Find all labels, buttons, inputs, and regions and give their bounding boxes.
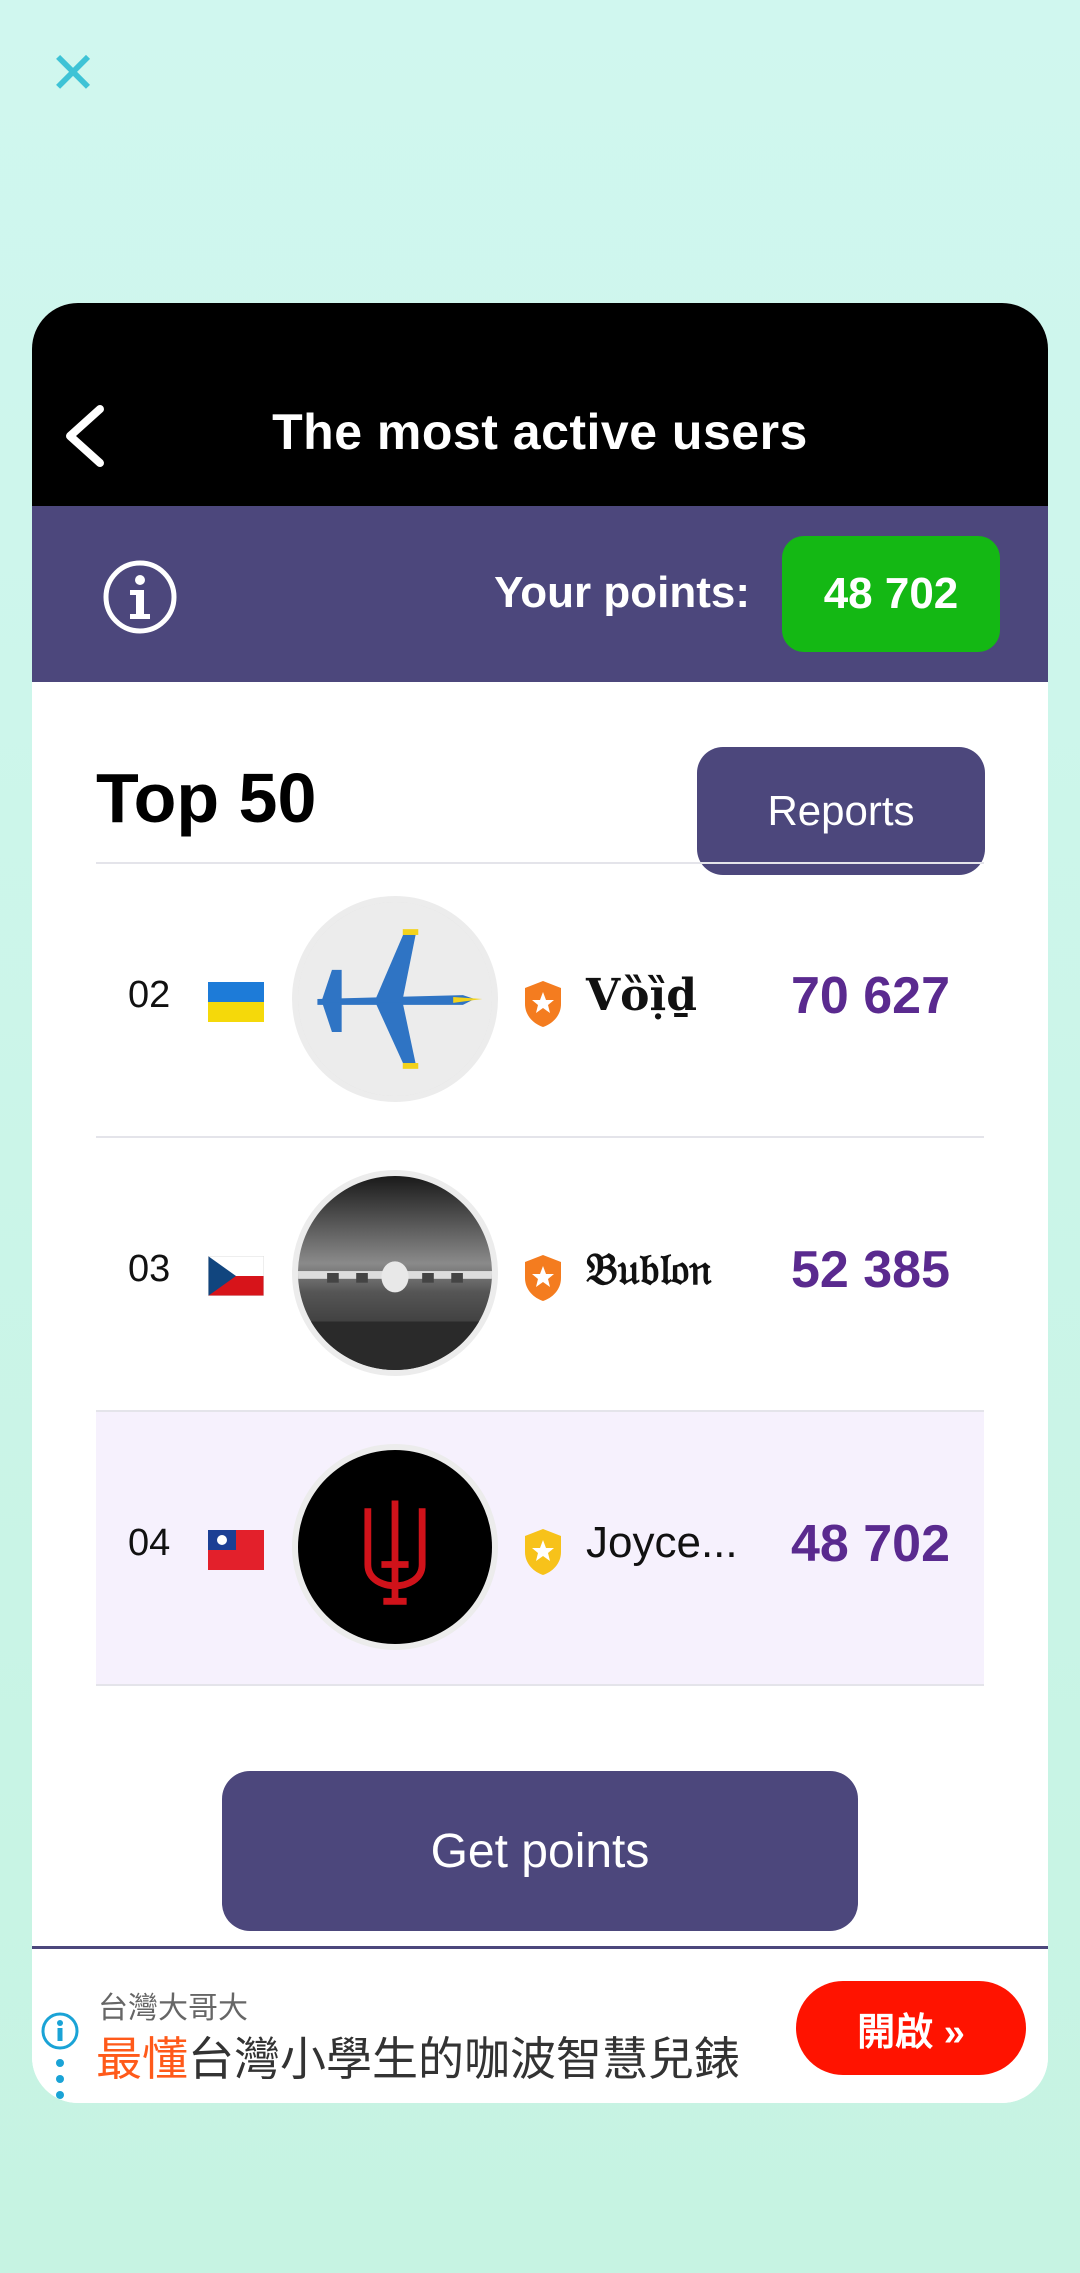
username: Vȍị̏ḏ [586,970,697,1021]
get-points-button[interactable]: Get points [222,1771,858,1931]
leaderboard-row-current-user[interactable]: 04 Joyce... 48 702 [96,1412,984,1684]
orange-shield-star-icon [525,1255,561,1301]
divider [96,1684,984,1686]
fighter-jet-icon [298,902,492,1096]
page-title: The most active users [272,404,808,460]
reports-button[interactable]: Reports [697,747,985,875]
fighter-jet-avatar[interactable] [292,896,498,1102]
rank-number: 03 [128,1248,171,1290]
rank-number: 04 [128,1522,171,1564]
leaderboard-card: The most active users Your points: 48 70… [32,303,1048,2103]
ad-headline-rest: 台灣小學生的咖波智慧兒錶 [188,2033,740,2085]
list-header: Top 50 Reports [32,682,1048,875]
ad-brand: 台灣大哥大 [98,1992,248,2025]
footer-actions: Get points [32,1753,1048,1963]
ad-headline-highlight: 最懂 [96,2033,188,2085]
trident-icon [298,1450,492,1644]
ad-open-button[interactable]: 開啟 » [796,1981,1026,2075]
points-bar: Your points: 48 702 [32,506,1048,682]
leaderboard-row[interactable]: 03 𝔅𝔲𝔟𝔩𝔬𝔫 52 385 [96,1138,984,1410]
user-points: 70 627 [790,967,950,1025]
user-points: 48 702 [790,1515,950,1573]
points-value-badge: 48 702 [782,536,1000,652]
orange-shield-star-icon [525,981,561,1027]
leaderboard-row[interactable]: 02 Vȍị̏ḏ 70 627 [96,864,984,1136]
ad-banner[interactable]: 台灣大哥大 最懂台灣小學生的咖波智慧兒錶 開啟 » [32,1946,1048,2103]
more-vertical-icon[interactable] [54,2057,66,2101]
your-points-label: Your points: [494,568,750,617]
flag-cz-icon [208,1256,264,1296]
username: Joyce... [586,1518,738,1567]
ad-headline: 最懂台灣小學生的咖波智慧兒錶 [96,2023,740,2089]
user-points: 52 385 [790,1241,950,1299]
top-bar: The most active users [32,303,1048,506]
rank-number: 02 [128,974,171,1016]
info-circle-icon [103,560,177,634]
ad-info-icon[interactable] [40,2011,80,2051]
close-icon[interactable]: ✕ [48,44,98,102]
leaderboard-list[interactable]: 02 Vȍị̏ḏ 70 627 03 𝔅𝔲𝔟𝔩𝔬𝔫 52 385 04 Joyc… [96,862,984,1690]
username: 𝔅𝔲𝔟𝔩𝔬𝔫 [586,1244,712,1295]
cargo-plane-icon [298,1176,492,1370]
trident-avatar[interactable] [292,1444,498,1650]
flag-tw-icon [208,1530,264,1570]
cargo-plane-avatar[interactable] [292,1170,498,1376]
info-button[interactable] [102,559,178,635]
yellow-shield-star-icon [525,1529,561,1575]
flag-ua-icon [208,982,264,1022]
list-title: Top 50 [96,759,317,837]
